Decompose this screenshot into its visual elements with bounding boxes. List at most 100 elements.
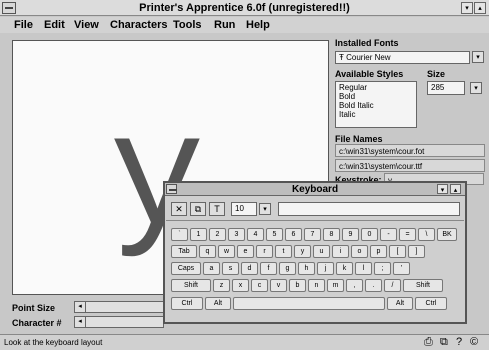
key-space[interactable] [233, 297, 385, 310]
key-s[interactable]: s [222, 262, 239, 275]
keyboard-maximize-icon[interactable]: ▴ [450, 184, 461, 194]
status-text: Look at the keyboard layout [4, 338, 103, 347]
keyboard-system-menu-icon[interactable] [166, 184, 177, 194]
copy-icon[interactable]: ⧉ [440, 336, 448, 349]
styles-list[interactable]: Regular Bold Bold Italic Italic [335, 81, 417, 128]
key-q[interactable]: q [199, 245, 216, 258]
key-y[interactable]: y [294, 245, 311, 258]
key-sym11[interactable]: ' [393, 262, 410, 275]
key-f[interactable]: f [260, 262, 277, 275]
key-g[interactable]: g [279, 262, 296, 275]
key-l[interactable]: l [355, 262, 372, 275]
menu-file[interactable]: File [14, 19, 33, 31]
key-1[interactable]: 1 [190, 228, 207, 241]
keyboard-size-dropdown-icon[interactable]: ▾ [259, 203, 271, 215]
help-icon[interactable]: ? [456, 336, 462, 348]
key-ctrl[interactable]: Ctrl [171, 297, 203, 310]
key-a[interactable]: a [203, 262, 220, 275]
size-dropdown-icon[interactable]: ▾ [470, 82, 482, 94]
minimize-icon[interactable]: ▾ [461, 2, 473, 14]
key-j[interactable]: j [317, 262, 334, 275]
key-k[interactable]: k [336, 262, 353, 275]
menu-edit[interactable]: Edit [44, 19, 65, 31]
keyboard-minimize-icon[interactable]: ▾ [437, 184, 448, 194]
key-2[interactable]: 2 [209, 228, 226, 241]
key-w[interactable]: w [218, 245, 235, 258]
keyboard-size-input[interactable]: 10 [231, 202, 257, 216]
maximize-icon[interactable]: ▴ [474, 2, 486, 14]
menu-characters[interactable]: Characters [110, 19, 167, 31]
character-number-label: Character # [12, 318, 62, 328]
key-e[interactable]: e [237, 245, 254, 258]
key-r[interactable]: r [256, 245, 273, 258]
key-sym11[interactable]: [ [389, 245, 406, 258]
key-3[interactable]: 3 [228, 228, 245, 241]
key-sym12[interactable]: ] [408, 245, 425, 258]
style-item-bold-italic[interactable]: Bold Italic [339, 101, 413, 110]
key-7[interactable]: 7 [304, 228, 321, 241]
font-select-value: Courier New [346, 53, 391, 62]
key-n[interactable]: n [308, 279, 325, 292]
menu-view[interactable]: View [74, 19, 99, 31]
point-size-scrollbar[interactable]: ◂ [74, 301, 164, 313]
size-input[interactable]: 285 [427, 81, 465, 95]
font-icon[interactable]: T [209, 202, 225, 216]
key-v[interactable]: v [270, 279, 287, 292]
key-sym12[interactable]: = [399, 228, 416, 241]
point-size-label: Point Size [12, 303, 56, 313]
key-d[interactable]: d [241, 262, 258, 275]
installed-fonts-label: Installed Fonts [335, 38, 399, 48]
style-item-bold[interactable]: Bold [339, 92, 413, 101]
keyboard-text-field[interactable] [278, 202, 460, 216]
key-caps[interactable]: Caps [171, 262, 201, 275]
close-icon[interactable]: ✕ [171, 202, 187, 216]
key-5[interactable]: 5 [266, 228, 283, 241]
key-4[interactable]: 4 [247, 228, 264, 241]
key-p[interactable]: p [370, 245, 387, 258]
key-shift[interactable]: Shift [403, 279, 443, 292]
style-item-italic[interactable]: Italic [339, 110, 413, 119]
key-ctrl[interactable]: Ctrl [415, 297, 447, 310]
key-x[interactable]: x [232, 279, 249, 292]
copyright-icon[interactable]: © [470, 336, 478, 348]
key-sym0[interactable]: ` [171, 228, 188, 241]
key-t[interactable]: t [275, 245, 292, 258]
font-select[interactable]: Ŧ Courier New [335, 51, 470, 64]
menu-run[interactable]: Run [214, 19, 235, 31]
key-tab[interactable]: Tab [171, 245, 197, 258]
printer-icon[interactable]: ⎙ [424, 336, 433, 349]
key-sym8[interactable]: , [346, 279, 363, 292]
key-b[interactable]: b [289, 279, 306, 292]
key-alt[interactable]: Alt [205, 297, 231, 310]
key-h[interactable]: h [298, 262, 315, 275]
available-styles-label: Available Styles [335, 69, 404, 79]
key-8[interactable]: 8 [323, 228, 340, 241]
key-sym11[interactable]: - [380, 228, 397, 241]
menu-help[interactable]: Help [246, 19, 270, 31]
key-alt[interactable]: Alt [387, 297, 413, 310]
key-6[interactable]: 6 [285, 228, 302, 241]
style-item-regular[interactable]: Regular [339, 83, 413, 92]
key-sym10[interactable]: / [384, 279, 401, 292]
key-c[interactable]: c [251, 279, 268, 292]
file-name-ttf: c:\win31\system\cour.ttf [335, 159, 485, 172]
key-z[interactable]: z [213, 279, 230, 292]
file-name-fot: c:\win31\system\cour.fot [335, 144, 485, 157]
font-dropdown-icon[interactable]: ▾ [472, 51, 484, 63]
key-0[interactable]: 0 [361, 228, 378, 241]
key-i[interactable]: i [332, 245, 349, 258]
key-m[interactable]: m [327, 279, 344, 292]
copy-icon[interactable]: ⧉ [190, 202, 206, 216]
key-bk[interactable]: BK [437, 228, 457, 241]
character-number-scrollbar[interactable]: ◂ [74, 316, 164, 328]
key-shift[interactable]: Shift [171, 279, 211, 292]
key-o[interactable]: o [351, 245, 368, 258]
menu-tools[interactable]: Tools [173, 19, 202, 31]
key-9[interactable]: 9 [342, 228, 359, 241]
scroll-left-icon[interactable]: ◂ [75, 302, 86, 312]
key-sym13[interactable]: \ [418, 228, 435, 241]
key-sym10[interactable]: ; [374, 262, 391, 275]
key-u[interactable]: u [313, 245, 330, 258]
key-sym9[interactable]: . [365, 279, 382, 292]
scroll-left-icon[interactable]: ◂ [75, 317, 86, 327]
